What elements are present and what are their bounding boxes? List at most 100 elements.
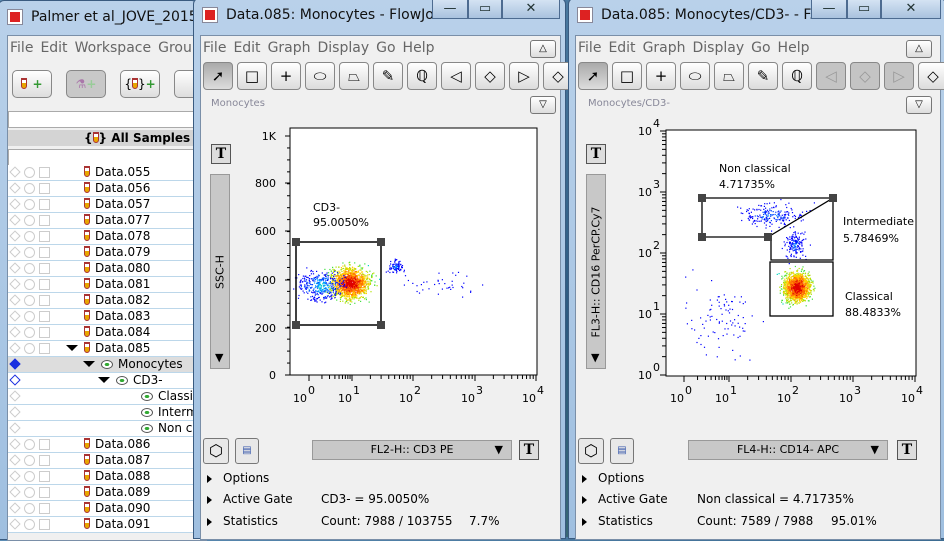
event-dot — [783, 214, 785, 216]
event-dot — [318, 275, 320, 277]
event-dot — [403, 284, 405, 286]
event-dot — [783, 241, 785, 243]
event-dot — [807, 279, 809, 281]
event-dot — [345, 280, 347, 282]
event-dot — [752, 208, 754, 210]
event-dot — [789, 243, 791, 245]
event-dot — [341, 268, 343, 270]
event-dot — [315, 300, 317, 302]
event-dot — [795, 289, 797, 291]
event-dot — [348, 288, 350, 290]
event-dot — [333, 286, 335, 288]
event-dot — [800, 283, 802, 285]
event-dot — [334, 287, 337, 289]
event-dot — [802, 239, 804, 241]
event-dot — [332, 278, 334, 280]
event-dot — [347, 302, 349, 304]
event-dot — [808, 275, 810, 277]
event-dot — [358, 290, 360, 292]
event-dot — [696, 289, 698, 291]
event-dot — [339, 278, 341, 280]
event-dot — [803, 233, 805, 235]
event-dot — [362, 281, 364, 283]
event-dot — [798, 302, 800, 304]
event-dot — [332, 268, 334, 270]
event-dot — [691, 328, 693, 330]
event-dot — [798, 238, 800, 240]
event-dot — [769, 202, 771, 204]
event-dot — [332, 270, 334, 272]
event-dot — [392, 266, 394, 268]
event-dot — [789, 238, 791, 240]
event-dot — [797, 291, 799, 293]
event-dot — [749, 216, 751, 218]
event-dot — [792, 239, 794, 241]
event-dot — [359, 274, 361, 276]
event-dot — [330, 289, 332, 291]
event-dot — [792, 234, 794, 236]
plot-cd3neg[interactable]: 100101102103104100101102103104 Non class… — [638, 117, 923, 405]
event-dot — [802, 281, 804, 283]
event-dot — [793, 232, 795, 234]
event-dot — [796, 273, 798, 275]
event-dot — [756, 225, 758, 228]
event-dot — [797, 276, 799, 278]
event-dot — [763, 208, 765, 210]
event-dot — [785, 284, 787, 286]
event-dot — [360, 300, 362, 302]
event-dot — [731, 301, 733, 303]
event-dot — [802, 272, 804, 274]
event-dot — [369, 283, 371, 285]
event-dot — [784, 288, 786, 290]
event-dot — [390, 263, 392, 265]
event-dot — [789, 236, 791, 238]
event-dot — [396, 265, 398, 267]
event-dot — [758, 208, 760, 211]
event-dot — [347, 284, 349, 286]
event-dot — [723, 294, 725, 296]
event-dot — [348, 268, 350, 271]
x-tick-label-exponent: 4 — [916, 384, 923, 397]
event-dot — [351, 266, 354, 268]
event-dot — [365, 292, 367, 295]
event-dot — [334, 270, 336, 272]
event-dot — [438, 283, 440, 285]
event-dot — [795, 298, 797, 300]
event-dot — [769, 208, 771, 210]
event-dot — [779, 292, 781, 294]
event-dot — [728, 312, 731, 314]
event-dot — [348, 283, 350, 285]
x-tick-label: 10 — [777, 392, 791, 405]
event-dot — [313, 291, 315, 293]
y-tick-label: 10 — [638, 247, 652, 260]
x-tick-label-exponent: 1 — [353, 384, 360, 397]
event-dot — [351, 296, 353, 298]
event-dot — [428, 288, 430, 290]
y-tick-label-exponent: 0 — [653, 361, 660, 374]
event-dot — [396, 272, 398, 274]
event-dot — [768, 215, 770, 217]
event-dot — [389, 268, 391, 271]
event-dot — [356, 276, 358, 278]
event-dot — [394, 258, 396, 260]
event-dot — [796, 295, 798, 297]
event-dot — [311, 299, 313, 301]
event-dot — [798, 249, 800, 251]
plot-monocytes[interactable]: 1K8006004002000100101102103104 CD3- 95.0… — [255, 127, 544, 405]
event-dot — [306, 283, 308, 285]
event-dot — [323, 284, 325, 286]
event-dot — [792, 248, 794, 250]
event-dot — [801, 245, 803, 247]
event-dot — [787, 213, 789, 215]
event-dot — [317, 276, 319, 278]
event-dot — [700, 335, 702, 337]
event-dot — [761, 218, 763, 220]
event-dot — [793, 214, 795, 217]
event-dot — [451, 280, 453, 282]
event-dot — [418, 292, 421, 294]
event-dot — [448, 287, 450, 289]
event-dot — [802, 291, 804, 293]
event-dot — [343, 285, 345, 287]
event-dot — [322, 289, 324, 291]
event-dot — [314, 278, 316, 280]
